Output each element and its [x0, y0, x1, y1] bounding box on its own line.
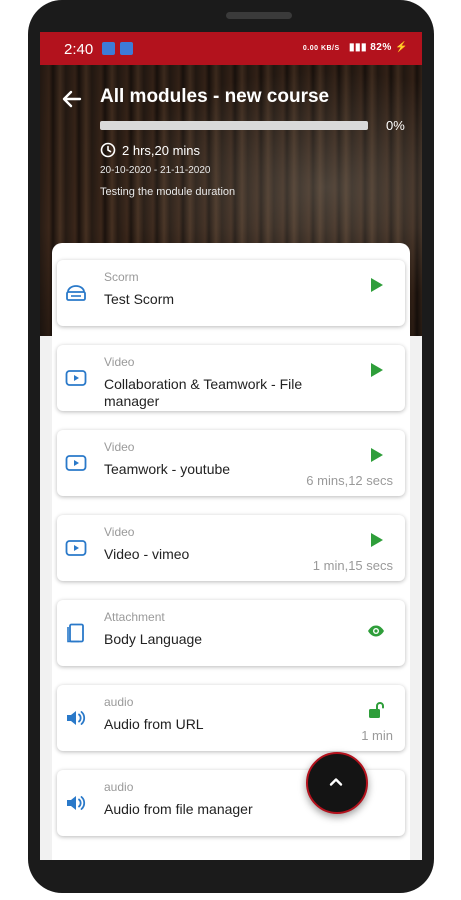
video-icon [65, 540, 87, 556]
back-button[interactable] [58, 85, 86, 113]
module-card[interactable]: Video Collaboration & Teamwork - File ma… [57, 345, 405, 411]
status-indicators: 0.00 KB/S ▮▮▮ 82% ⚡ [303, 42, 408, 53]
module-name: Collaboration & Teamwork - File manager [104, 376, 303, 409]
video-icon [65, 455, 87, 471]
module-type: audio [104, 695, 134, 709]
module-card[interactable]: Video Video - vimeo 1 min,15 secs [57, 515, 405, 581]
speaker-icon [67, 796, 86, 810]
notification-icon [102, 42, 115, 55]
unlock-icon[interactable] [367, 701, 385, 719]
document-icon [67, 623, 84, 643]
module-duration: 1 min,15 secs [312, 558, 393, 573]
eye-icon[interactable] [367, 622, 385, 640]
speaker-grille [226, 12, 292, 19]
course-header: All modules - new course 0% 2 hrs,20 min… [40, 65, 422, 336]
module-type: Video [104, 440, 135, 454]
duration-text: 2 hrs,20 mins [122, 142, 201, 158]
back-arrow-icon [62, 90, 82, 108]
progress-percent: 0% [386, 118, 405, 133]
module-card[interactable]: Attachment Body Language [57, 600, 405, 666]
signal-icon: ▮▮▮ [348, 42, 371, 53]
course-progress-bar [100, 121, 368, 130]
video-icon [65, 370, 87, 386]
module-type: Video [104, 355, 135, 369]
play-icon[interactable] [367, 446, 385, 464]
course-duration: 2 hrs,20 mins [100, 142, 200, 158]
module-name: Body Language [104, 631, 203, 647]
module-card[interactable]: Video Teamwork - youtube 6 mins,12 secs [57, 430, 405, 496]
module-name: Audio from file manager [104, 801, 253, 817]
module-name: Video - vimeo [104, 546, 190, 562]
app-screen: 2:40 0.00 KB/S ▮▮▮ 82% ⚡ All modules - n… [40, 32, 422, 860]
course-dates: 20-10-2020 - 21-11-2020 [100, 165, 211, 176]
scroll-to-top-button[interactable] [306, 752, 368, 814]
module-type: Attachment [104, 610, 165, 624]
module-duration: 6 mins,12 secs [306, 473, 393, 488]
status-time: 2:40 [64, 41, 94, 58]
course-description: Testing the module duration [100, 186, 236, 198]
module-name: Audio from URL [104, 716, 204, 732]
chevron-up-icon [329, 778, 343, 786]
network-speed: 0.00 KB/S [302, 45, 340, 52]
speaker-icon [67, 711, 86, 725]
module-card[interactable]: audio Audio from URL 1 min [57, 685, 405, 751]
status-bar: 2:40 0.00 KB/S ▮▮▮ 82% ⚡ [40, 32, 422, 65]
page-title: All modules - new course [100, 86, 330, 107]
module-type: Video [104, 525, 135, 539]
charging-icon: ⚡ [395, 42, 408, 53]
play-icon[interactable] [367, 361, 385, 379]
play-icon[interactable] [367, 531, 385, 549]
battery-level: 82% [370, 42, 392, 53]
module-duration: 1 min [361, 728, 393, 743]
clock-icon [100, 142, 116, 158]
module-type: audio [104, 780, 134, 794]
notification-icon [120, 42, 133, 55]
